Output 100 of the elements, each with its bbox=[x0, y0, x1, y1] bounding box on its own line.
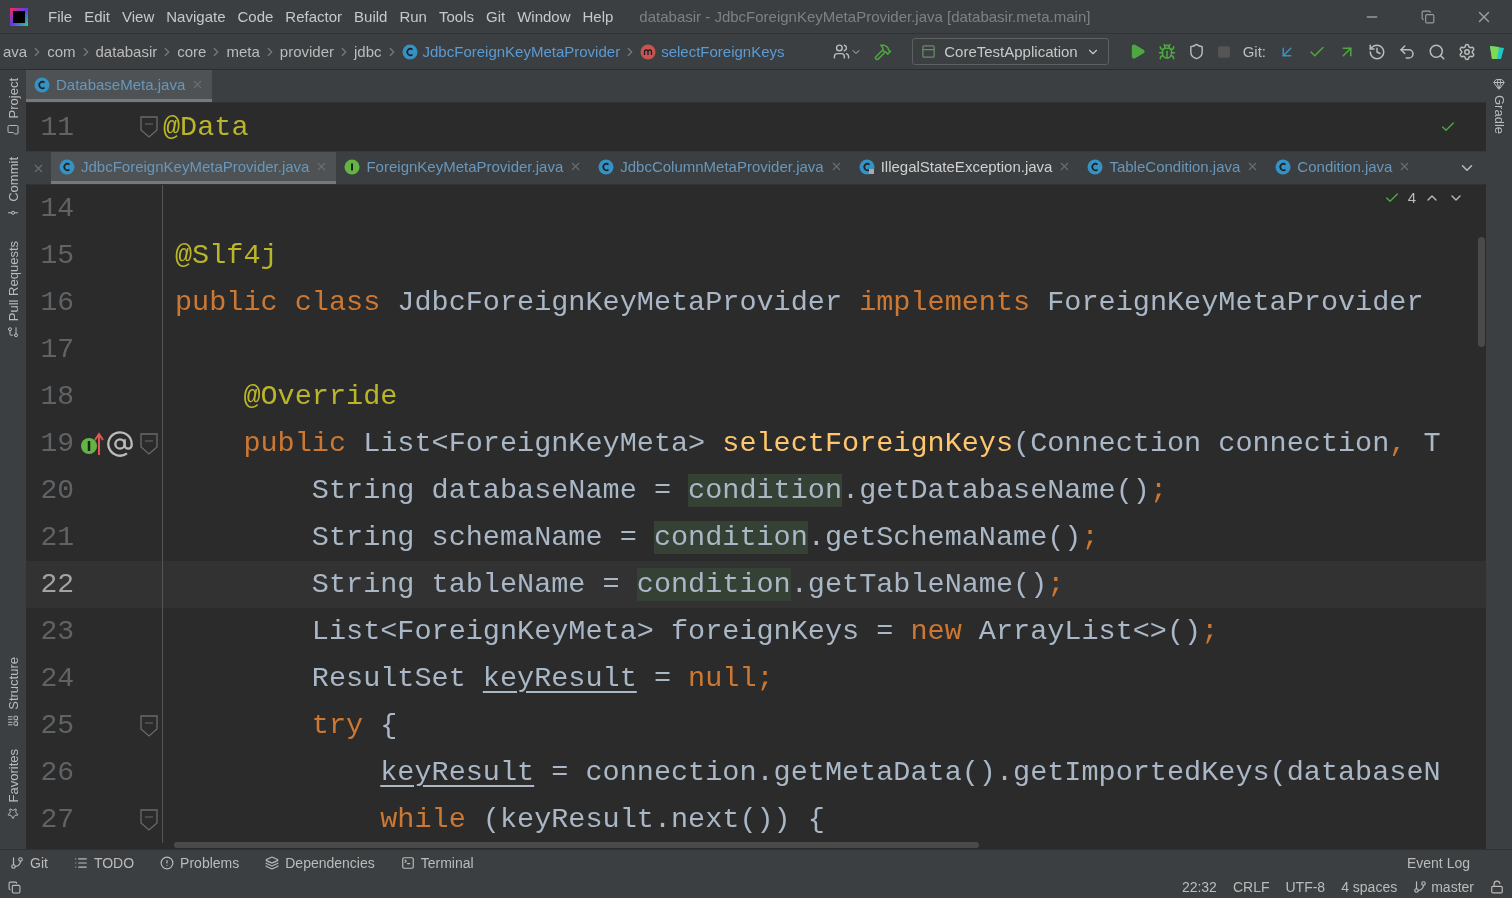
line-number: 21 bbox=[39, 522, 74, 553]
tool-window-tab[interactable]: Structure bbox=[5, 656, 21, 727]
users-icon[interactable] bbox=[833, 43, 863, 60]
menu-item[interactable]: Window bbox=[511, 8, 577, 25]
class-icon bbox=[1087, 158, 1104, 175]
run-configuration-dropdown[interactable]: CoreTestApplication bbox=[912, 38, 1109, 65]
branch-icon bbox=[1413, 880, 1428, 894]
implements-icon[interactable] bbox=[80, 430, 104, 457]
layers-icon bbox=[265, 856, 280, 870]
gem-icon bbox=[1493, 78, 1505, 90]
line-number: 17 bbox=[39, 334, 74, 365]
tool-window-tab[interactable]: Pull Requests bbox=[5, 241, 21, 339]
star-icon bbox=[7, 807, 19, 819]
breadcrumb-item[interactable]: meta bbox=[223, 43, 263, 60]
undo-icon[interactable] bbox=[1398, 42, 1416, 61]
menu-item[interactable]: Tools bbox=[432, 8, 480, 25]
inspection-count[interactable]: 4 bbox=[1407, 189, 1416, 206]
scrollbar-thumb[interactable] bbox=[1478, 237, 1485, 347]
menu-item[interactable]: Navigate bbox=[160, 8, 232, 25]
editor-tab[interactable]: Condition.java bbox=[1267, 152, 1420, 184]
panel-toggle-icon[interactable] bbox=[8, 880, 21, 894]
interface-icon bbox=[344, 158, 361, 175]
menu-item[interactable]: File bbox=[42, 8, 79, 25]
fold-marker-icon[interactable] bbox=[140, 714, 158, 737]
line-number: 19 bbox=[39, 428, 74, 459]
history-icon[interactable] bbox=[1368, 42, 1386, 61]
breadcrumb-item[interactable]: provider bbox=[276, 43, 337, 60]
list-icon bbox=[73, 856, 88, 870]
menu-item[interactable]: Code bbox=[231, 8, 280, 25]
code-line: @Data bbox=[163, 110, 249, 144]
tool-window-button[interactable]: Terminal bbox=[400, 855, 474, 871]
menu-item[interactable]: View bbox=[116, 8, 161, 25]
line-number: 22 bbox=[39, 569, 74, 600]
status-item[interactable]: CRLF bbox=[1232, 879, 1270, 895]
bug-icon[interactable] bbox=[1157, 42, 1176, 61]
line-number: 14 bbox=[39, 193, 74, 224]
editor-tab[interactable]: IllegalStateException.java bbox=[850, 152, 1080, 184]
editor-tab[interactable]: JdbcColumnMetaProvider.java bbox=[590, 152, 851, 184]
class-icon bbox=[858, 158, 875, 175]
shield-icon[interactable] bbox=[1187, 43, 1205, 60]
fold-marker-icon[interactable] bbox=[140, 808, 158, 831]
at-sign-icon[interactable] bbox=[106, 429, 134, 458]
breadcrumb-item[interactable]: selectForeignKeys bbox=[637, 43, 788, 60]
tool-window-button[interactable]: Problems bbox=[160, 855, 240, 871]
line-number: 25 bbox=[39, 710, 74, 741]
breadcrumb-item[interactable]: databasir bbox=[92, 43, 161, 60]
fold-marker-icon[interactable] bbox=[140, 116, 158, 138]
breadcrumb-item[interactable]: ava bbox=[0, 43, 31, 60]
tool-window-tab[interactable]: Gradle bbox=[1491, 78, 1507, 135]
code-line: while (keyResult.next()) { bbox=[379, 803, 825, 836]
tool-window-button[interactable]: Git bbox=[10, 855, 48, 871]
menu-item[interactable]: Build bbox=[348, 8, 394, 25]
restore-icon[interactable] bbox=[1421, 9, 1435, 24]
search-icon[interactable] bbox=[1428, 42, 1446, 61]
menu-item[interactable]: Refactor bbox=[279, 8, 349, 25]
class-icon bbox=[1275, 158, 1292, 175]
line-number: 24 bbox=[39, 663, 74, 694]
tool-window-tab[interactable]: Project bbox=[5, 78, 21, 136]
line-number: 27 bbox=[39, 804, 74, 835]
menu-item[interactable]: Run bbox=[393, 8, 433, 25]
breadcrumb-item[interactable]: core bbox=[174, 43, 210, 60]
event-log-button[interactable]: Event Log bbox=[1400, 854, 1476, 872]
branch-icon bbox=[10, 856, 24, 870]
editor-tab[interactable]: ForeignKeyMetaProvider.java bbox=[336, 152, 591, 184]
hammer-icon[interactable] bbox=[874, 42, 893, 61]
breadcrumb-item[interactable]: jdbc bbox=[351, 43, 385, 60]
code-line: public List<ForeignKeyMeta> selectForeignKeys(Connection connection, T bbox=[242, 427, 1441, 460]
code-line: @Slf4j bbox=[175, 239, 278, 272]
breadcrumb-item[interactable]: com bbox=[44, 43, 79, 60]
tool-window-button[interactable]: Dependencies bbox=[265, 855, 375, 871]
line-number: 15 bbox=[39, 240, 74, 271]
class-icon bbox=[401, 43, 418, 60]
tool-window-button[interactable]: TODO bbox=[73, 855, 135, 871]
code-line: public class JdbcForeignKeyMetaProvider implements ForeignKeyMetaProvider bbox=[175, 286, 1424, 319]
alert-icon bbox=[160, 856, 175, 870]
lock-icon[interactable] bbox=[1490, 880, 1504, 894]
breadcrumb-item[interactable]: JdbcForeignKeyMetaProvider bbox=[398, 43, 624, 60]
status-item[interactable]: 22:32 bbox=[1181, 879, 1217, 895]
tool-window-tab[interactable]: Favorites bbox=[5, 748, 21, 819]
tool-window-tab[interactable]: Commit bbox=[5, 157, 21, 220]
status-item[interactable]: UTF-8 bbox=[1285, 879, 1326, 895]
method-icon bbox=[640, 43, 657, 60]
settings-icon[interactable] bbox=[1458, 42, 1476, 61]
fold-marker-icon[interactable] bbox=[140, 432, 158, 455]
menu-item[interactable]: Help bbox=[576, 8, 620, 25]
editor-tab[interactable]: TableCondition.java bbox=[1079, 152, 1268, 184]
status-item[interactable]: master bbox=[1413, 879, 1474, 895]
line-number: 18 bbox=[39, 381, 74, 412]
menu-item[interactable]: Git bbox=[479, 8, 512, 25]
code-line: String tableName = condition.getTableName(); bbox=[310, 568, 1065, 601]
menu-item[interactable]: Edit bbox=[78, 8, 117, 25]
code-line: keyResult = connection.getMetaData().getImportedKeys(databaseN bbox=[379, 756, 1441, 789]
window-icon bbox=[921, 44, 937, 59]
git-label: Git: bbox=[1242, 43, 1266, 60]
class-icon bbox=[59, 158, 75, 175]
status-item[interactable]: 4 spaces bbox=[1341, 879, 1398, 895]
line-number: 26 bbox=[39, 757, 74, 788]
scrollbar-thumb[interactable] bbox=[174, 842, 979, 848]
line-number: 23 bbox=[39, 616, 74, 647]
line-number: 16 bbox=[39, 287, 74, 318]
